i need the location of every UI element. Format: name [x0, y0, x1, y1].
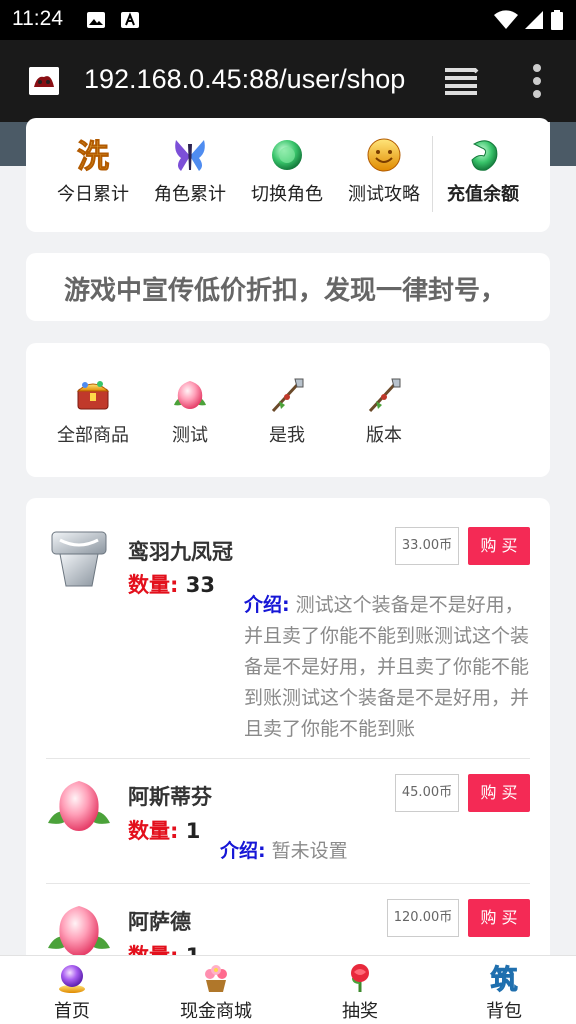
bottom-nav-cash-mall[interactable]: 现金商城 — [156, 962, 276, 1023]
wifi-icon — [494, 10, 518, 29]
product-description: 介绍: 暂未设置 — [220, 840, 348, 862]
category-version[interactable]: 版本 — [339, 375, 429, 447]
bottom-nav-lottery[interactable]: 抽奖 — [300, 962, 420, 1023]
banner-edge — [550, 122, 576, 166]
category-test[interactable]: 测试 — [145, 375, 235, 447]
list-divider — [46, 758, 530, 759]
nav-item-recharge-balance[interactable]: 充值余额 — [436, 136, 530, 206]
product-name: 阿斯蒂芬 — [128, 785, 212, 809]
category-is-me[interactable]: 是我 — [242, 375, 332, 447]
bottom-nav-home[interactable]: 首页 — [12, 962, 132, 1023]
flower-basket-icon — [205, 965, 227, 992]
nav-item-role-total[interactable]: 角色累计 — [143, 136, 237, 206]
category-all[interactable]: 全部商品 — [48, 375, 138, 447]
tabs-icon[interactable] — [442, 66, 480, 96]
buy-button[interactable]: 购买 — [468, 899, 530, 937]
svg-text:筑: 筑 — [491, 964, 518, 994]
bamboo-glyph-icon: 筑 — [490, 964, 518, 995]
peach-icon — [48, 906, 110, 956]
wash-icon: 洗 — [76, 137, 109, 175]
signal-icon — [525, 11, 543, 29]
url-bar[interactable]: 192.168.0.45:88/user/shop — [84, 64, 410, 98]
product-quantity: 数量: 33 — [128, 573, 215, 597]
peach-icon — [174, 381, 206, 409]
nav-divider — [432, 136, 433, 212]
bottom-nav: 首页 现金商城 抽奖 筑 背包 — [0, 955, 576, 1024]
butterfly-icon — [175, 140, 205, 171]
product-quantity: 数量: 1 — [128, 819, 201, 843]
treasure-chest-icon — [76, 381, 110, 410]
status-bar: 11:24 — [0, 0, 576, 40]
product-name: 鸾羽九凤冠 — [128, 540, 233, 564]
category-card: 全部商品 测试 是我 版本 — [26, 343, 550, 477]
browser-toolbar: 192.168.0.45:88/user/shop — [0, 40, 576, 122]
buy-button[interactable]: 购买 — [468, 774, 530, 812]
product-description: 介绍: 测试这个装备是不是好用，并且卖了你能不能到账测试这个装备是不是好用，并且… — [244, 594, 530, 740]
price-tag: 33.00币 — [395, 527, 459, 565]
battery-icon — [551, 10, 563, 30]
product-name: 阿萨德 — [128, 910, 191, 934]
smile-coin-icon — [367, 138, 401, 172]
quick-nav-card: 洗 今日累计 角色累计 切换角色 测试攻略 充值余额 — [26, 118, 550, 232]
price-tag: 120.00币 — [387, 899, 459, 937]
buy-button[interactable]: 购买 — [468, 527, 530, 565]
status-time: 11:24 — [12, 7, 63, 30]
font-a-icon — [121, 12, 139, 28]
svg-text:洗: 洗 — [77, 137, 109, 174]
nav-item-today-total[interactable]: 洗 今日累计 — [46, 136, 140, 206]
jade-orb-icon — [272, 140, 302, 170]
spear-icon — [368, 378, 401, 413]
crown-icon — [51, 531, 107, 587]
list-divider — [46, 883, 530, 884]
notice-card: 游戏中宣传低价折扣，发现一律封号， — [26, 253, 550, 321]
gallery-icon — [87, 12, 105, 28]
jade-pendant-icon — [471, 140, 498, 171]
product-list: 鸾羽九凤冠 数量: 33 33.00币 购买 介绍: 测试这个装备是不是好用，并… — [26, 498, 550, 958]
peach-icon — [48, 781, 110, 831]
crystal-ball-icon — [59, 965, 85, 993]
site-favicon — [29, 67, 59, 95]
price-tag: 45.00币 — [395, 774, 459, 812]
spear-icon — [271, 378, 304, 413]
nav-item-switch-role[interactable]: 切换角色 — [240, 136, 334, 206]
overflow-menu-icon[interactable] — [532, 64, 542, 98]
bottom-nav-backpack[interactable]: 筑 背包 — [444, 962, 564, 1023]
notice-marquee: 游戏中宣传低价折扣，发现一律封号， — [64, 276, 507, 306]
nav-item-test-guide[interactable]: 测试攻略 — [337, 136, 431, 206]
rose-icon — [351, 964, 369, 992]
